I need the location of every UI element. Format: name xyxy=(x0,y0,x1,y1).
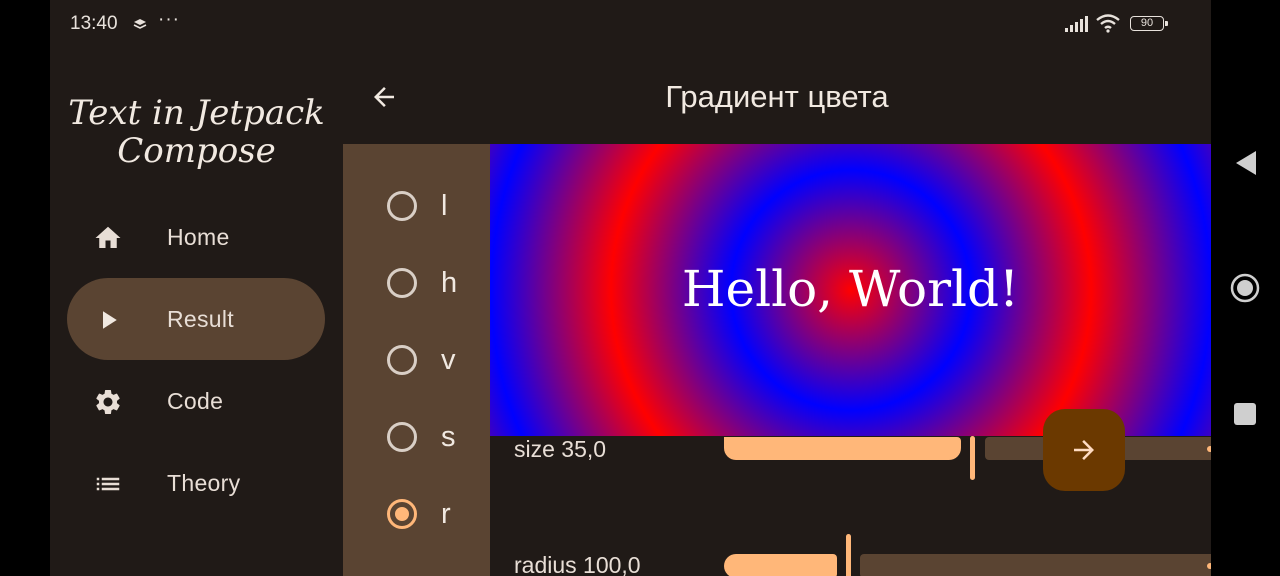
nav-item-code[interactable]: Code xyxy=(67,360,325,442)
radius-slider-label: radius 100,0 xyxy=(514,552,641,576)
wifi-icon xyxy=(1096,13,1120,39)
radio-option-s[interactable]: s xyxy=(387,417,487,457)
play-icon xyxy=(93,305,123,335)
nav-item-label: Home xyxy=(167,224,230,250)
radius-slider-thumb[interactable] xyxy=(846,534,851,576)
status-bar: 13:40 ··· 90 xyxy=(50,0,1211,48)
radio-button[interactable] xyxy=(387,345,417,375)
radio-button[interactable] xyxy=(387,422,417,452)
more-notifications-icon: ··· xyxy=(158,9,180,30)
radio-option-v[interactable]: v xyxy=(387,340,487,380)
radio-option-l[interactable]: l xyxy=(387,186,487,226)
app-screen: 13:40 ··· 90 Text in Jetpack Compose Hom… xyxy=(50,0,1211,576)
radius-slider-active-track[interactable] xyxy=(724,554,837,576)
nav-item-label: Theory xyxy=(167,470,241,496)
signal-icon xyxy=(1065,16,1091,38)
size-slider-thumb[interactable] xyxy=(970,436,975,480)
preview-text: Hello, World! xyxy=(681,260,1020,318)
page-title: Градиент цвета xyxy=(665,79,889,114)
home-icon xyxy=(93,223,123,253)
list-icon xyxy=(93,469,123,499)
radio-option-r[interactable]: r xyxy=(387,494,487,534)
radio-label: h xyxy=(441,267,458,299)
system-home-icon[interactable] xyxy=(1230,273,1260,308)
battery-icon: 90 xyxy=(1130,16,1168,31)
layers-icon xyxy=(133,16,147,38)
nav-item-home[interactable]: Home xyxy=(67,196,325,278)
radio-label: v xyxy=(441,344,456,376)
next-fab-button[interactable] xyxy=(1043,409,1125,491)
radio-label: r xyxy=(441,498,451,530)
radio-button[interactable] xyxy=(387,191,417,221)
radius-slider-row: radius 100,0 xyxy=(490,534,1211,576)
radio-label: l xyxy=(441,190,448,222)
system-navigation-bar xyxy=(1211,0,1280,576)
radio-label: s xyxy=(441,421,456,453)
radio-option-h[interactable]: h xyxy=(387,263,487,303)
system-recents-icon[interactable] xyxy=(1234,403,1256,430)
gradient-type-selector: l h v s r xyxy=(343,144,490,576)
size-slider-active-track[interactable] xyxy=(724,437,961,460)
radio-button[interactable] xyxy=(387,268,417,298)
drawer-title: Text in Jetpack Compose xyxy=(68,93,325,171)
navigation-drawer: Text in Jetpack Compose Home Result Code… xyxy=(50,48,343,576)
system-back-icon[interactable] xyxy=(1234,150,1258,181)
radio-button-selected[interactable] xyxy=(387,499,417,529)
nav-item-label: Result xyxy=(167,306,234,332)
radius-slider-inactive-track[interactable] xyxy=(860,554,1211,576)
status-time: 13:40 xyxy=(70,13,118,34)
main-content: Градиент цвета l h v s r size 35,0 radiu… xyxy=(343,48,1211,576)
gradient-preview: Hello, World! xyxy=(490,144,1211,436)
nav-item-result[interactable]: Result xyxy=(67,278,325,360)
gear-icon xyxy=(93,387,123,417)
size-slider-label: size 35,0 xyxy=(514,436,607,462)
nav-item-theory[interactable]: Theory xyxy=(67,442,325,524)
top-app-bar: Градиент цвета xyxy=(343,48,1211,144)
nav-item-label: Code xyxy=(167,388,224,414)
